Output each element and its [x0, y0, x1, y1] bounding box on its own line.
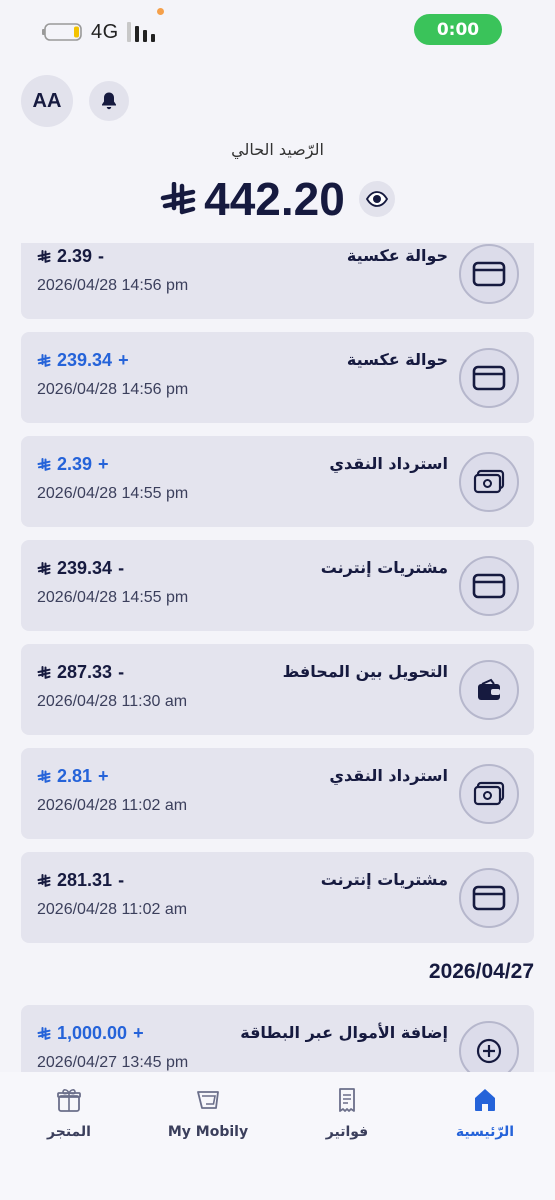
transaction-date: 2026/04/28 14:56 pm	[37, 381, 189, 398]
transaction-title: استرداد النقدي	[329, 766, 448, 785]
transaction-date: 2026/04/28 11:30 am	[37, 693, 188, 710]
transaction-sign: +	[98, 766, 109, 786]
transaction-sign: -	[118, 662, 125, 682]
nav-item-my-mobily[interactable]: My Mobily	[139, 1086, 277, 1140]
riyal-currency-icon	[37, 770, 51, 783]
transaction-amount-value: 2.39	[57, 246, 93, 266]
card-icon	[459, 244, 519, 304]
transaction-date: 2026/04/27 13:45 pm	[37, 1054, 189, 1071]
network-type: 4G	[91, 21, 119, 43]
home-icon	[475, 1089, 495, 1111]
battery-icon	[42, 23, 82, 41]
status-bar: 4G 0:00	[0, 0, 555, 64]
transaction-amount: 2.39-	[37, 246, 104, 267]
transactions-list[interactable]: حوالة عكسية 2.39-2026/04/28 14:56 pm حوالة…	[0, 243, 555, 1072]
transaction-sign: +	[118, 350, 129, 370]
transaction-date: 2026/04/28 11:02 am	[37, 797, 188, 814]
riyal-currency-icon	[37, 458, 51, 471]
mobily-logo-icon	[197, 1091, 219, 1109]
transaction-card[interactable]: مشتريات إنترنت 281.31- 2026/04/28 11:02 am	[21, 852, 534, 943]
nav-label-bills: فواتير	[325, 1124, 369, 1140]
transaction-amount-value: 2.81	[57, 766, 93, 786]
riyal-currency-icon	[37, 874, 51, 887]
transaction-amount: 281.31-	[37, 870, 124, 891]
transaction-title: مشتريات إنترنت	[320, 870, 448, 889]
transaction-amount-value: 287.33	[57, 662, 113, 682]
transaction-amount: 1,000.00 +	[37, 1023, 144, 1044]
transaction-date: 2026/04/28 14:55 pm	[37, 589, 189, 606]
transaction-sign: -	[118, 558, 125, 578]
transaction-title: مشتريات إنترنت	[320, 558, 448, 577]
signal-icon	[127, 22, 155, 42]
nav-item-home[interactable]: الرّئيسية	[416, 1086, 554, 1140]
wallet-icon	[459, 660, 519, 720]
transaction-card[interactable]: حوالة عكسية 2.39- 2026/04/28 14:56 pm	[21, 243, 534, 319]
transaction-amount: 239.34 +	[37, 350, 129, 371]
gift-icon	[57, 1089, 81, 1112]
transaction-sign: +	[133, 1023, 144, 1043]
transaction-amount: 287.33-	[37, 662, 124, 683]
balance-label: الرّصيد الحالي	[231, 140, 324, 159]
balance-row: 442.20	[0, 168, 555, 230]
transaction-title: التحويل بين المحافظ	[282, 662, 448, 681]
bottom-navigation: المتجر My Mobily فواتير الرّئيسية	[0, 1072, 555, 1200]
transaction-card[interactable]: حوالة عكسية 239.34 +2026/04/28 14:56 pm	[21, 332, 534, 423]
plus-circle-icon	[459, 1021, 519, 1072]
riyal-currency-icon	[37, 250, 51, 263]
nav-label-my-mobily: My Mobily	[167, 1124, 249, 1140]
cash-icon	[459, 764, 519, 824]
transaction-amount: 2.39 +	[37, 454, 109, 475]
transaction-card[interactable]: استرداد النقدي 2.81 +2026/04/28 11:02 am	[21, 748, 534, 839]
riyal-currency-icon	[37, 666, 51, 679]
transaction-title: إضافة الأموال عبر البطاقة	[240, 1023, 448, 1042]
transaction-amount-value: 239.34	[57, 350, 113, 370]
riyal-currency-icon	[37, 1027, 51, 1040]
transaction-date: 2026/04/28 14:56 pm	[37, 277, 189, 294]
riyal-currency-icon	[37, 562, 51, 575]
riyal-currency-icon	[37, 354, 51, 367]
transaction-sign: -	[118, 870, 125, 890]
transaction-sign: +	[98, 454, 109, 474]
bell-icon	[102, 92, 116, 110]
eye-icon	[365, 191, 388, 207]
transaction-amount: 2.81 +	[37, 766, 109, 787]
transaction-sign: -	[98, 246, 105, 266]
avatar[interactable]: AA	[21, 75, 73, 127]
card-icon	[459, 868, 519, 928]
notifications-button[interactable]	[89, 81, 129, 121]
card-icon	[459, 348, 519, 408]
balance-amount: 442.20	[204, 173, 345, 225]
transaction-amount-value: 239.34	[57, 558, 113, 578]
transaction-amount-value: 281.31	[57, 870, 113, 890]
nav-label-home: الرّئيسية	[455, 1124, 515, 1140]
receipt-icon	[339, 1088, 355, 1112]
transaction-card[interactable]: إضافة الأموال عبر البطاقة 1,000.00 +2026/0…	[21, 1005, 534, 1072]
nav-label-store: المتجر	[47, 1124, 91, 1140]
toggle-balance-visibility-button[interactable]	[358, 181, 395, 217]
transaction-title: استرداد النقدي	[329, 454, 448, 473]
transaction-title: حوالة عكسية	[346, 350, 448, 369]
transaction-card[interactable]: استرداد النقدي 2.39 +2026/04/28 14:55 pm	[21, 436, 534, 527]
transaction-amount-value: 1,000.00	[57, 1023, 128, 1043]
riyal-currency-icon	[160, 182, 196, 215]
date-group-header: 2026/04/27	[428, 960, 534, 983]
transaction-title: حوالة عكسية	[346, 246, 448, 265]
nav-item-store[interactable]: المتجر	[0, 1086, 138, 1140]
cash-icon	[459, 452, 519, 512]
transaction-card[interactable]: مشتريات إنترنت 239.34- 2026/04/28 14:55 pm	[21, 540, 534, 631]
transaction-date: 2026/04/28 11:02 am	[37, 901, 188, 918]
nav-item-bills[interactable]: فواتير	[278, 1086, 416, 1140]
card-icon	[459, 556, 519, 616]
time-pill: 0:00	[414, 14, 502, 45]
privacy-indicator-dot	[157, 8, 164, 15]
transaction-date: 2026/04/28 14:55 pm	[37, 485, 189, 502]
transaction-card[interactable]: التحويل بين المحافظ 287.33- 2026/04/28 11:…	[21, 644, 534, 735]
transaction-amount-value: 2.39	[57, 454, 93, 474]
transaction-amount: 239.34-	[37, 558, 124, 579]
balance-amount-wrap: 442.20	[160, 172, 345, 226]
